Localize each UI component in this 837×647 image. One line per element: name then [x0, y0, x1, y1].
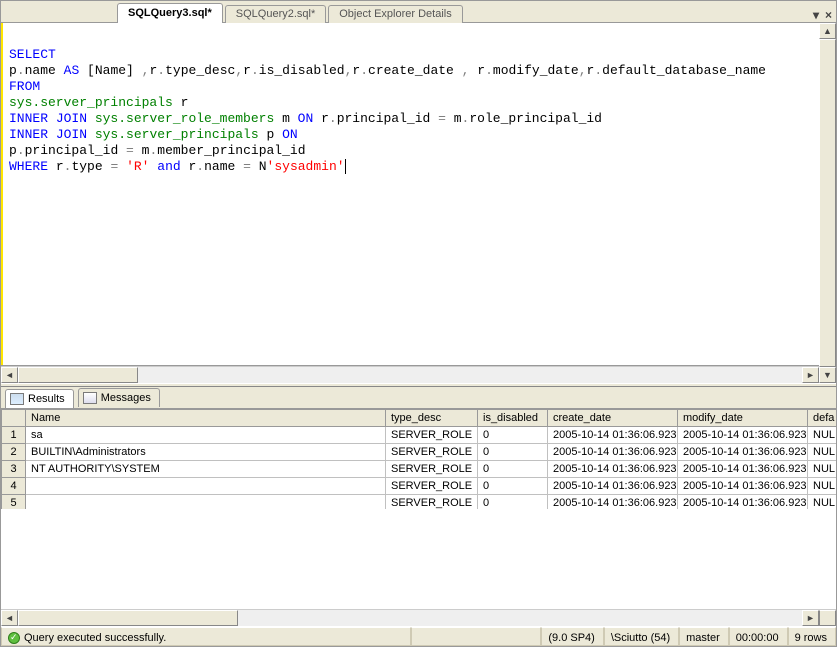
row-header[interactable]: 2	[2, 444, 26, 461]
cell-modify-date[interactable]: 2005-10-14 01:36:06.923	[678, 495, 808, 510]
scroll-vthumb[interactable]	[819, 39, 836, 367]
scroll-track[interactable]	[18, 610, 802, 626]
cell-type-desc[interactable]: SERVER_ROLE	[386, 478, 478, 495]
cell-is-disabled[interactable]: 0	[478, 461, 548, 478]
status-message-cell: Query executed successfully.	[1, 627, 411, 646]
cell-type-desc[interactable]: SERVER_ROLE	[386, 461, 478, 478]
editor-hscrollbar[interactable]: ◄ ►	[1, 366, 819, 383]
cell-is-disabled[interactable]: 0	[478, 444, 548, 461]
col-header-default-db[interactable]: defa	[808, 410, 837, 427]
cell-create-date[interactable]: 2005-10-14 01:36:06.923	[548, 427, 678, 444]
row-header-corner[interactable]	[2, 410, 26, 427]
status-database: master	[679, 627, 729, 646]
tab-sqlquery3[interactable]: SQLQuery3.sql*	[117, 3, 223, 23]
cell-default-db[interactable]: NUL	[808, 495, 837, 510]
cell-is-disabled[interactable]: 0	[478, 427, 548, 444]
status-elapsed: 00:00:00	[729, 627, 788, 646]
cell-modify-date[interactable]: 2005-10-14 01:36:06.923	[678, 444, 808, 461]
status-bar: Query executed successfully. (9.0 SP4) \…	[1, 626, 836, 646]
status-ok-icon	[8, 632, 20, 644]
col-header-is-disabled[interactable]: is_disabled	[478, 410, 548, 427]
results-grid: Name type_desc is_disabled create_date m…	[1, 409, 836, 626]
scroll-left-icon[interactable]: ◄	[1, 367, 18, 383]
status-empty	[411, 627, 541, 646]
table-row[interactable]: 4SERVER_ROLE02005-10-14 01:36:06.9232005…	[2, 478, 837, 495]
scroll-thumb[interactable]	[18, 367, 138, 383]
cell-create-date[interactable]: 2005-10-14 01:36:06.923	[548, 478, 678, 495]
scroll-up-icon[interactable]: ▲	[819, 23, 836, 39]
cell-create-date[interactable]: 2005-10-14 01:36:06.923	[548, 461, 678, 478]
col-header-modify-date[interactable]: modify_date	[678, 410, 808, 427]
editor-vscrollbar[interactable]: ▲ ▼	[819, 23, 836, 383]
status-rowcount: 9 rows	[788, 627, 836, 646]
cell-default-db[interactable]: NUL	[808, 478, 837, 495]
cell-is-disabled[interactable]: 0	[478, 478, 548, 495]
messages-icon	[83, 392, 97, 404]
col-header-name[interactable]: Name	[26, 410, 386, 427]
row-header[interactable]: 3	[2, 461, 26, 478]
scroll-down-icon[interactable]: ▼	[819, 367, 836, 383]
scroll-corner	[819, 610, 836, 626]
close-tab-icon[interactable]: ×	[825, 8, 832, 22]
tab-results[interactable]: Results	[5, 389, 74, 408]
results-tab-bar: Results Messages	[1, 387, 836, 409]
tab-object-explorer-details[interactable]: Object Explorer Details	[328, 5, 463, 23]
tab-messages[interactable]: Messages	[78, 388, 160, 407]
document-tab-bar: SQLQuery3.sql* SQLQuery2.sql* Object Exp…	[1, 1, 836, 23]
cell-name[interactable]	[26, 478, 386, 495]
results-grid-icon	[10, 393, 24, 405]
status-connection: \Sciutto (54)	[604, 627, 679, 646]
cell-default-db[interactable]: NUL	[808, 427, 837, 444]
row-header[interactable]: 5	[2, 495, 26, 510]
results-table[interactable]: Name type_desc is_disabled create_date m…	[1, 409, 836, 509]
tab-messages-label: Messages	[101, 392, 151, 404]
cell-type-desc[interactable]: SERVER_ROLE	[386, 495, 478, 510]
scroll-thumb[interactable]	[18, 610, 238, 626]
table-row[interactable]: 3NT AUTHORITY\SYSTEMSERVER_ROLE02005-10-…	[2, 461, 837, 478]
cell-name[interactable]: NT AUTHORITY\SYSTEM	[26, 461, 386, 478]
col-header-create-date[interactable]: create_date	[548, 410, 678, 427]
cell-is-disabled[interactable]: 0	[478, 495, 548, 510]
results-hscrollbar[interactable]: ◄ ►	[1, 609, 836, 626]
table-row[interactable]: 2BUILTIN\AdministratorsSERVER_ROLE02005-…	[2, 444, 837, 461]
table-row[interactable]: 5SERVER_ROLE02005-10-14 01:36:06.9232005…	[2, 495, 837, 510]
cell-type-desc[interactable]: SERVER_ROLE	[386, 444, 478, 461]
cell-name[interactable]	[26, 495, 386, 510]
scroll-track[interactable]	[18, 367, 802, 383]
cell-create-date[interactable]: 2005-10-14 01:36:06.923	[548, 495, 678, 510]
cell-name[interactable]: BUILTIN\Administrators	[26, 444, 386, 461]
cell-modify-date[interactable]: 2005-10-14 01:36:06.923	[678, 478, 808, 495]
sql-editor[interactable]: SELECT p.name AS [Name] ,r.type_desc,r.i…	[1, 23, 819, 366]
cell-default-db[interactable]: NUL	[808, 461, 837, 478]
tab-sqlquery2[interactable]: SQLQuery2.sql*	[225, 5, 326, 23]
tab-overflow-icon[interactable]: ▾	[813, 8, 819, 22]
scroll-vtrack[interactable]	[819, 39, 836, 367]
scroll-left-icon[interactable]: ◄	[1, 610, 18, 626]
cell-modify-date[interactable]: 2005-10-14 01:36:06.923	[678, 461, 808, 478]
cell-modify-date[interactable]: 2005-10-14 01:36:06.923	[678, 427, 808, 444]
scroll-right-icon[interactable]: ►	[802, 367, 819, 383]
tab-results-label: Results	[28, 393, 65, 405]
text-cursor	[345, 159, 346, 174]
row-header[interactable]: 4	[2, 478, 26, 495]
status-version: (9.0 SP4)	[541, 627, 603, 646]
row-header[interactable]: 1	[2, 427, 26, 444]
sql-code[interactable]: SELECT p.name AS [Name] ,r.type_desc,r.i…	[7, 23, 819, 365]
scroll-right-icon[interactable]: ►	[802, 610, 819, 626]
cell-create-date[interactable]: 2005-10-14 01:36:06.923	[548, 444, 678, 461]
table-row[interactable]: 1saSERVER_ROLE02005-10-14 01:36:06.92320…	[2, 427, 837, 444]
cell-name[interactable]: sa	[26, 427, 386, 444]
col-header-type-desc[interactable]: type_desc	[386, 410, 478, 427]
status-message: Query executed successfully.	[24, 632, 166, 644]
cell-default-db[interactable]: NUL	[808, 444, 837, 461]
tab-spacer	[5, 5, 115, 23]
cell-type-desc[interactable]: SERVER_ROLE	[386, 427, 478, 444]
